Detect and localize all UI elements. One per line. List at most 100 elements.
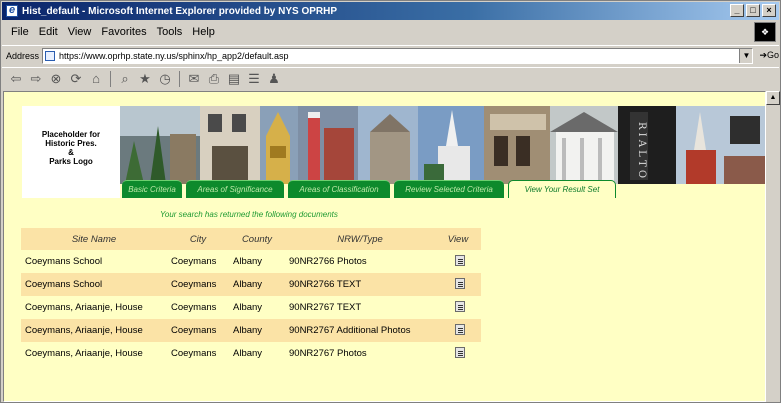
cell-view [435, 319, 481, 342]
cell-nrw-type: 90NR2767 TEXT [285, 296, 435, 319]
col-city: City [167, 228, 229, 250]
historic-buildings-photo-strip: R I A L T O [120, 106, 765, 184]
logo-line: Placeholder for [41, 130, 101, 139]
table-row: Coeymans, Ariaanje, House Coeymans Alban… [21, 342, 481, 365]
col-county: County [229, 228, 285, 250]
discuss-icon[interactable]: ☰ [246, 71, 262, 87]
document-view-icon[interactable] [455, 323, 465, 335]
cell-county: Albany [229, 342, 285, 365]
document-view-icon[interactable] [455, 300, 465, 312]
windows-logo-icon: ❖ [754, 22, 776, 42]
vertical-scrollbar[interactable]: ▲ [766, 91, 780, 402]
messenger-icon[interactable]: ♟ [266, 71, 282, 87]
cell-nrw-type: 90NR2766 Photos [285, 250, 435, 273]
tab-review-selected-criteria[interactable]: Review Selected Criteria [394, 180, 504, 198]
title-bar: Hist_default - Microsoft Internet Explor… [2, 2, 779, 20]
table-row: Coeymans School Coeymans Albany 90NR2766… [21, 273, 481, 296]
site-banner: Placeholder for Historic Pres. & Parks L… [22, 106, 765, 198]
cell-county: Albany [229, 319, 285, 342]
refresh-icon[interactable]: ⟳ [68, 71, 84, 87]
cell-city: Coeymans [167, 296, 229, 319]
cell-city: Coeymans [167, 319, 229, 342]
cell-nrw-type: 90NR2767 Additional Photos [285, 319, 435, 342]
address-url: https://www.oprhp.state.ny.us/sphinx/hp_… [59, 50, 289, 61]
menu-edit[interactable]: Edit [34, 26, 63, 38]
page-content: Placeholder for Historic Pres. & Parks L… [3, 91, 766, 402]
go-button[interactable]: ➔Go [759, 50, 779, 61]
scroll-up-icon[interactable]: ▲ [766, 91, 780, 105]
document-view-icon[interactable] [455, 346, 465, 358]
history-icon[interactable]: ◷ [157, 71, 173, 87]
logo-line: & [68, 148, 74, 157]
cell-site-name: Coeymans, Ariaanje, House [21, 319, 167, 342]
address-label: Address [6, 50, 40, 61]
cell-county: Albany [229, 250, 285, 273]
col-site-name: Site Name [21, 228, 167, 250]
cell-view [435, 273, 481, 296]
window-controls: _ □ × [730, 4, 776, 17]
address-dropdown-icon[interactable]: ▼ [739, 48, 753, 63]
forward-icon[interactable]: ⇨ [28, 71, 44, 87]
address-input[interactable]: https://www.oprhp.state.ny.us/sphinx/hp_… [42, 47, 754, 64]
col-view: View [435, 228, 481, 250]
stop-icon[interactable]: ⊗ [48, 71, 64, 87]
document-view-icon[interactable] [455, 254, 465, 266]
cell-site-name: Coeymans, Ariaanje, House [21, 342, 167, 365]
cell-site-name: Coeymans School [21, 273, 167, 296]
page-icon [45, 50, 56, 61]
results-table: Site Name City County NRW/Type View Coey… [21, 228, 481, 365]
cell-county: Albany [229, 296, 285, 319]
cell-city: Coeymans [167, 273, 229, 296]
toolbar-separator [179, 70, 180, 87]
address-bar: Address https://www.oprhp.state.ny.us/sp… [2, 45, 779, 65]
cell-county: Albany [229, 273, 285, 296]
print-icon[interactable]: ⎙ [206, 71, 222, 87]
tab-areas-of-classification[interactable]: Areas of Classification [288, 180, 390, 198]
cell-view [435, 250, 481, 273]
menu-tools[interactable]: Tools [152, 26, 188, 38]
cell-site-name: Coeymans School [21, 250, 167, 273]
menu-favorites[interactable]: Favorites [96, 26, 151, 38]
search-icon[interactable]: ⌕ [117, 71, 133, 87]
favorites-icon[interactable]: ★ [137, 71, 153, 87]
go-label: Go [766, 50, 779, 60]
cell-view [435, 342, 481, 365]
tab-view-your-result-set[interactable]: View Your Result Set [508, 180, 616, 198]
table-row: Coeymans, Ariaanje, House Coeymans Alban… [21, 296, 481, 319]
document-view-icon[interactable] [455, 277, 465, 289]
table-row: Coeymans, Ariaanje, House Coeymans Alban… [21, 319, 481, 342]
cell-site-name: Coeymans, Ariaanje, House [21, 296, 167, 319]
ie-icon [6, 4, 18, 17]
edit-icon[interactable]: ▤ [226, 71, 242, 87]
svg-text:R I A L T O: R I A L T O [636, 122, 647, 178]
cell-nrw-type: 90NR2766 TEXT [285, 273, 435, 296]
tab-areas-of-significance[interactable]: Areas of Significance [186, 180, 284, 198]
menu-help[interactable]: Help [187, 26, 220, 38]
col-nrw-type: NRW/Type [285, 228, 435, 250]
menu-bar: File Edit View Favorites Tools Help [2, 23, 779, 41]
browser-window: Hist_default - Microsoft Internet Explor… [0, 0, 781, 403]
minimize-button[interactable]: _ [730, 4, 744, 17]
cell-city: Coeymans [167, 250, 229, 273]
toolbar-separator [110, 70, 111, 87]
search-result-notice: Your search has returned the following d… [160, 210, 338, 219]
menu-view[interactable]: View [63, 26, 97, 38]
table-row: Coeymans School Coeymans Albany 90NR2766… [21, 250, 481, 273]
cell-city: Coeymans [167, 342, 229, 365]
table-header-row: Site Name City County NRW/Type View [21, 228, 481, 250]
close-button[interactable]: × [762, 4, 776, 17]
logo-line: Historic Pres. [45, 139, 97, 148]
tab-basic-criteria[interactable]: Basic Criteria [122, 180, 182, 198]
criteria-tabs: Basic Criteria Areas of Significance Are… [120, 180, 765, 198]
toolbar: ⇦ ⇨ ⊗ ⟳ ⌂ ⌕ ★ ◷ ✉ ⎙ ▤ ☰ ♟ [2, 67, 779, 89]
window-title: Hist_default - Microsoft Internet Explor… [22, 5, 338, 17]
back-icon[interactable]: ⇦ [8, 71, 24, 87]
menu-file[interactable]: File [6, 26, 34, 38]
maximize-button[interactable]: □ [746, 4, 760, 17]
home-icon[interactable]: ⌂ [88, 71, 104, 87]
cell-view [435, 296, 481, 319]
mail-icon[interactable]: ✉ [186, 71, 202, 87]
logo-placeholder: Placeholder for Historic Pres. & Parks L… [22, 106, 120, 198]
logo-line: Parks Logo [49, 157, 93, 166]
cell-nrw-type: 90NR2767 Photos [285, 342, 435, 365]
